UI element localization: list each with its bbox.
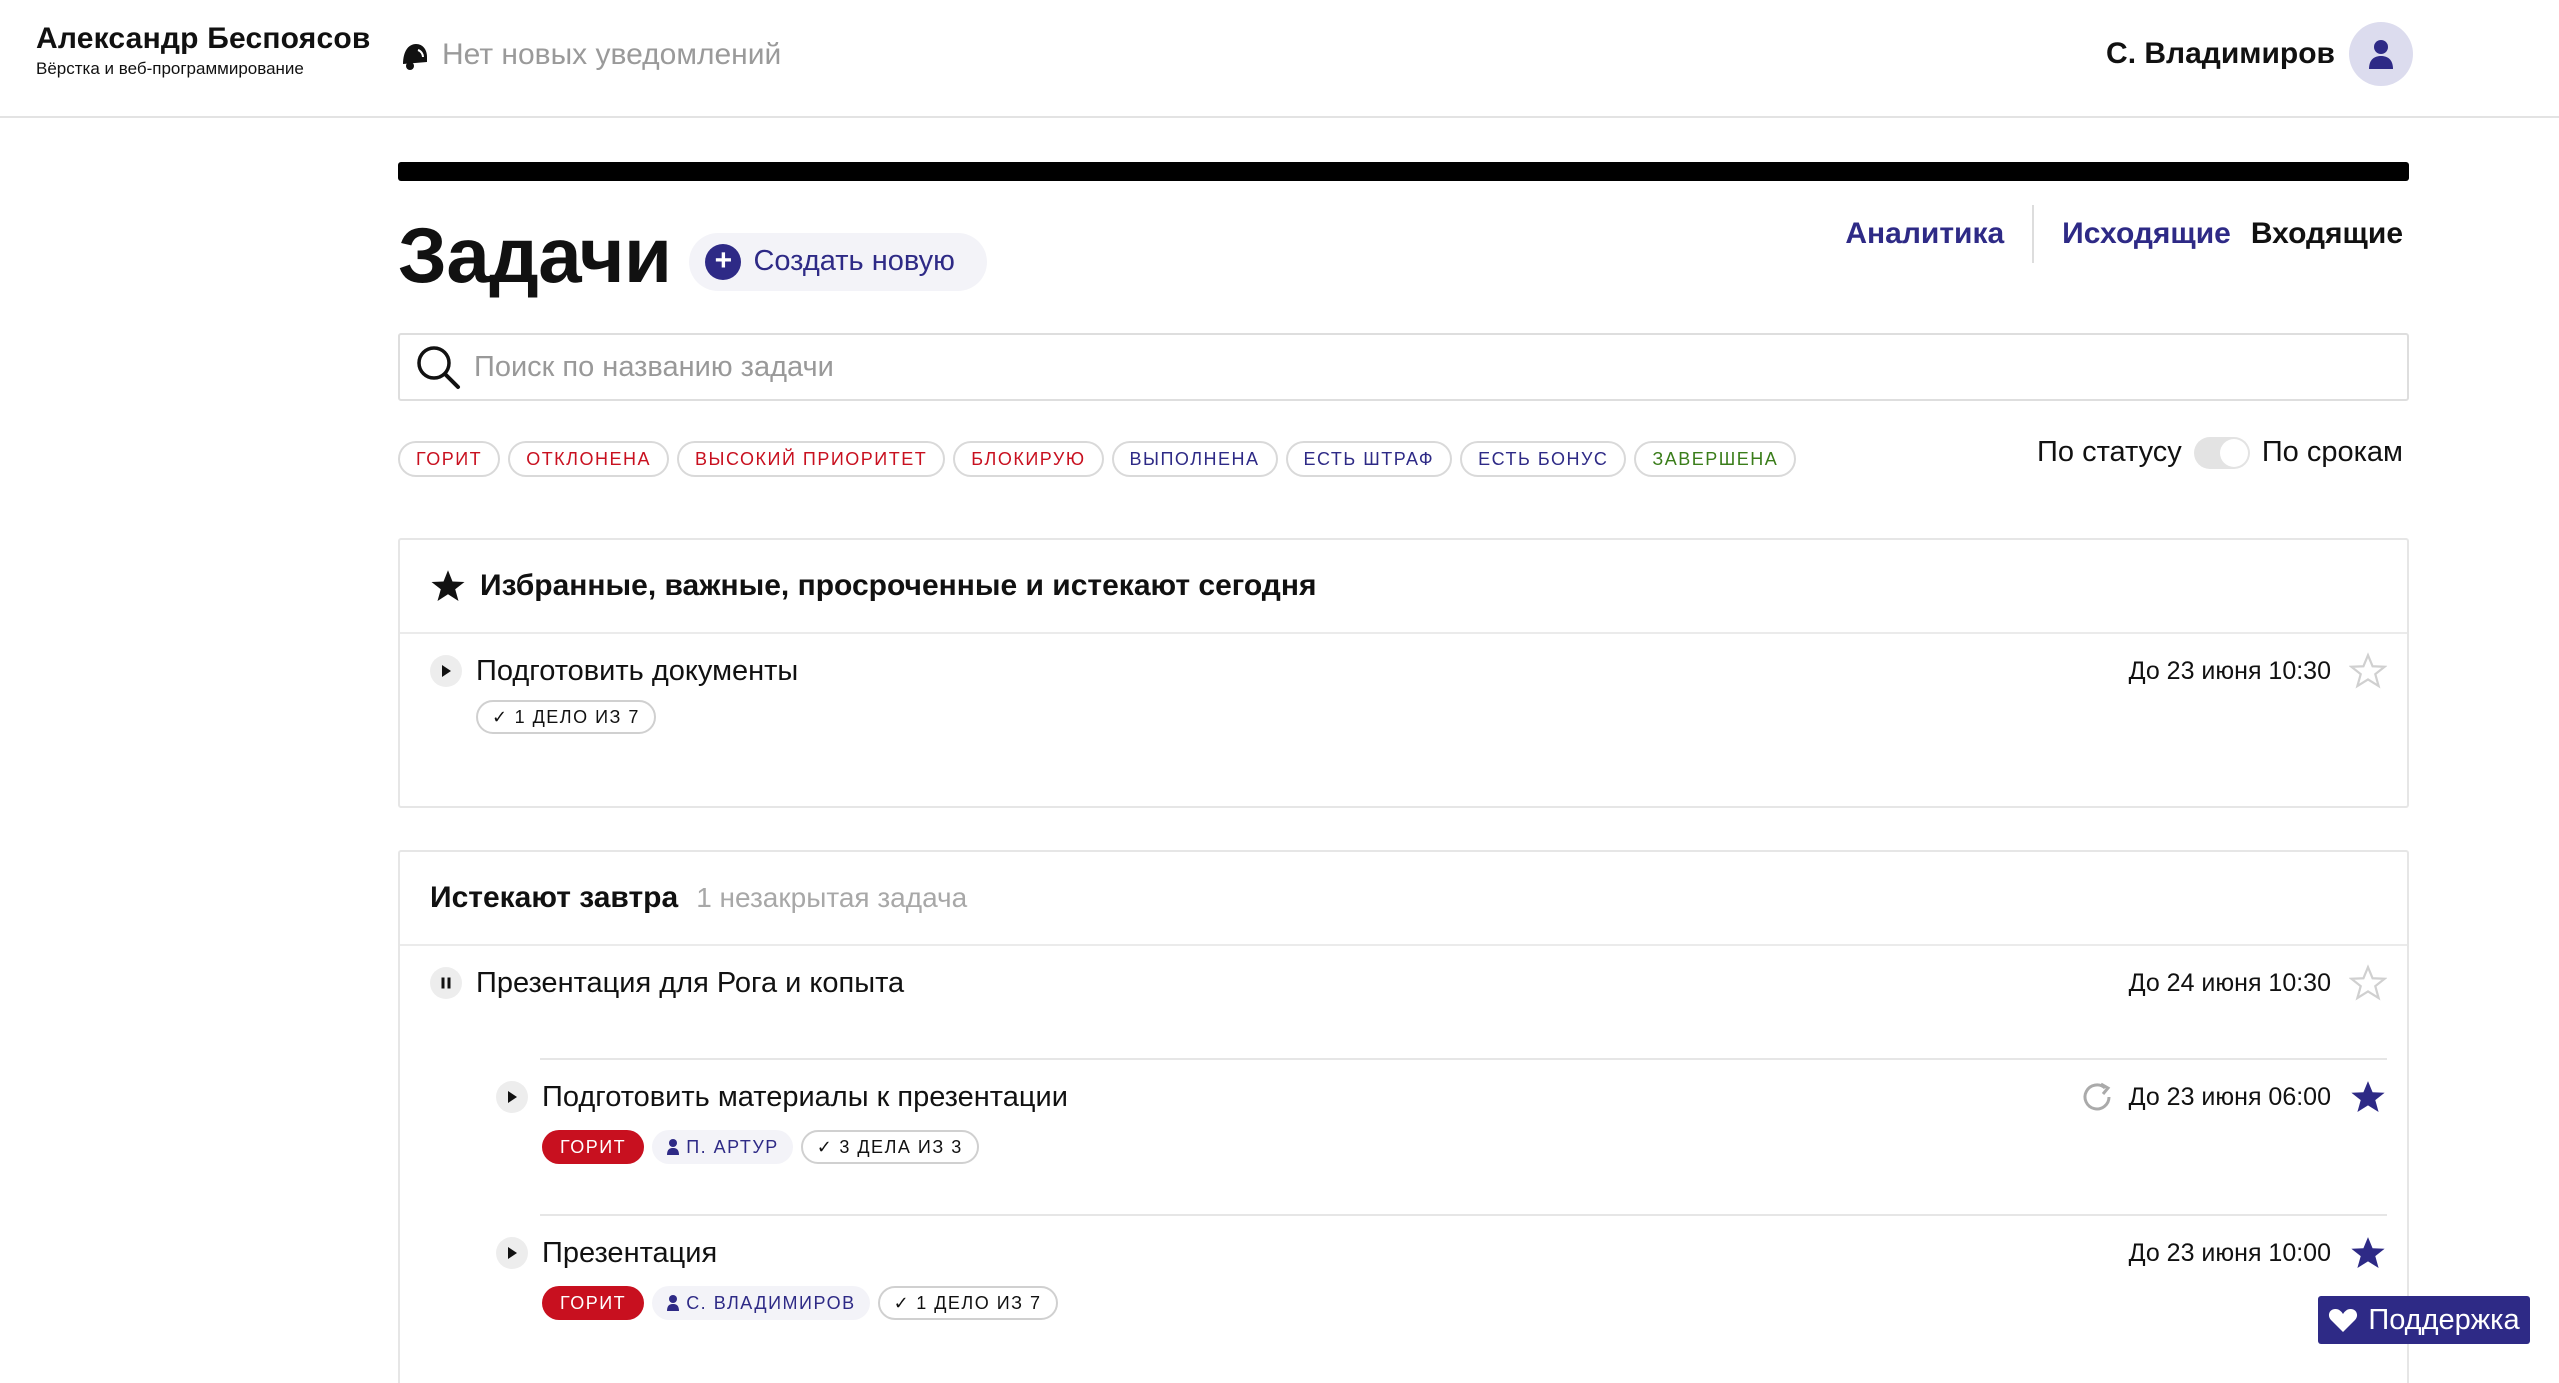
avatar[interactable] — [2349, 22, 2413, 86]
star-outline-icon[interactable] — [2349, 964, 2387, 1002]
bell-icon — [403, 44, 427, 70]
search-input[interactable] — [474, 350, 2374, 384]
filter-chip-done[interactable]: Выполнена — [1111, 441, 1278, 477]
pause-icon — [441, 977, 451, 989]
checklist-badge: ✓ 3 дела из 3 — [800, 1130, 979, 1164]
divider — [540, 1214, 2387, 1216]
nav-divider — [2032, 205, 2035, 263]
section-expire-tomorrow: Истекают завтра 1 незакрытая задача През… — [398, 850, 2409, 1383]
section-header: Истекают завтра 1 незакрытая задача — [400, 852, 2407, 946]
check-icon: ✓ — [816, 1136, 834, 1157]
check-icon: ✓ — [893, 1292, 911, 1313]
toggle-knob — [2219, 438, 2248, 467]
task-title[interactable]: Презентация — [542, 1237, 717, 1270]
brand[interactable]: Александр Беспоясов Вёрстка и веб-програ… — [36, 22, 371, 79]
star-filled-icon — [431, 570, 465, 601]
user-menu[interactable]: С. Владимиров — [2106, 22, 2413, 86]
filter-chip-penalty[interactable]: Есть штраф — [1285, 441, 1453, 477]
sort-toggle[interactable] — [2193, 436, 2250, 469]
section-subtitle: 1 незакрытая задача — [696, 882, 968, 913]
task-due: До 23 июня 10:30 — [2128, 656, 2331, 685]
brand-name[interactable]: Александр Беспоясов — [36, 22, 371, 56]
assignee-badge: П. Артур — [652, 1130, 793, 1164]
sort-by-status-label[interactable]: По статусу — [2037, 436, 2182, 469]
title-row: Задачи + Создать новую — [398, 210, 987, 301]
task-row[interactable]: Презентация для Рога и копыта До 24 июня… — [430, 964, 2387, 1002]
task-row[interactable]: Подготовить документы До 23 июня 10:30 ✓… — [430, 652, 2387, 734]
filter-chip-bonus[interactable]: Есть бонус — [1460, 441, 1627, 477]
section-header: Избранные, важные, просроченные и истека… — [400, 540, 2407, 634]
search-box[interactable] — [398, 333, 2409, 401]
filter-chip-rejected[interactable]: Отклонена — [508, 441, 669, 477]
checklist-badge: ✓ 1 дело из 7 — [476, 700, 656, 734]
star-filled-icon[interactable] — [2349, 1234, 2387, 1272]
user-icon — [2369, 40, 2393, 69]
star-outline-icon[interactable] — [2349, 652, 2387, 690]
task-nav: Аналитика Исходящие Входящие — [1845, 205, 2403, 263]
play-button[interactable] — [496, 1237, 528, 1269]
tab-outgoing[interactable]: Исходящие — [2062, 217, 2231, 251]
pause-button[interactable] — [430, 967, 462, 999]
top-bar: Александр Беспоясов Вёрстка и веб-програ… — [0, 0, 2559, 118]
subtask-row[interactable]: Презентация До 23 июня 10:00 Горит С. Вл… — [496, 1234, 2387, 1320]
filter-chip-blocking[interactable]: Блокирую — [953, 441, 1104, 477]
task-title[interactable]: Презентация для Рога и копыта — [476, 967, 904, 1000]
create-task-label: Создать новую — [753, 245, 955, 277]
hot-badge: Горит — [542, 1286, 645, 1320]
page-title: Задачи — [398, 211, 672, 299]
play-icon — [442, 665, 451, 677]
task-title[interactable]: Подготовить документы — [476, 655, 798, 688]
play-icon — [508, 1247, 517, 1259]
create-task-button[interactable]: + Создать новую — [689, 232, 987, 291]
task-due: До 23 июня 06:00 — [2128, 1082, 2331, 1111]
section-title: Истекают завтра — [430, 881, 679, 914]
plus-icon: + — [705, 243, 742, 280]
tab-incoming[interactable]: Входящие — [2251, 217, 2403, 251]
section-favorites: Избранные, важные, просроченные и истека… — [398, 538, 2409, 808]
task-due: До 24 июня 10:30 — [2128, 968, 2331, 997]
assignee-badge: С. Владимиров — [652, 1286, 870, 1320]
subtask-row[interactable]: Подготовить материалы к презентации До 2… — [496, 1078, 2387, 1164]
filter-chip-completed[interactable]: Завершена — [1634, 441, 1797, 477]
sort-toggle-row: По статусу По срокам — [2037, 436, 2403, 469]
divider — [540, 1058, 2387, 1060]
recurring-icon — [2083, 1082, 2111, 1111]
task-title[interactable]: Подготовить материалы к презентации — [542, 1081, 1068, 1114]
person-icon — [667, 1139, 680, 1155]
tab-analytics[interactable]: Аналитика — [1845, 217, 2004, 251]
notifications-text: Нет новых уведомлений — [442, 38, 782, 71]
play-button[interactable] — [430, 655, 462, 687]
play-button[interactable] — [496, 1081, 528, 1113]
search-icon — [417, 346, 460, 389]
progress-bar — [398, 162, 2409, 181]
check-icon: ✓ — [492, 706, 509, 727]
support-button[interactable]: Поддержка — [2318, 1296, 2530, 1344]
user-name[interactable]: С. Владимиров — [2106, 37, 2335, 71]
brand-subtitle: Вёрстка и веб-программирование — [36, 59, 304, 78]
play-icon — [508, 1091, 517, 1103]
heart-icon — [2329, 1309, 2358, 1332]
hot-badge: Горит — [542, 1130, 645, 1164]
section-title: Избранные, важные, просроченные и истека… — [480, 569, 1317, 602]
person-icon — [667, 1295, 680, 1311]
filter-chips: Горит Отклонена Высокий приоритет Блокир… — [398, 441, 1797, 477]
notifications[interactable]: Нет новых уведомлений — [398, 38, 781, 72]
filter-chip-hot[interactable]: Горит — [398, 441, 501, 477]
checklist-badge: ✓ 1 дело из 7 — [877, 1286, 1058, 1320]
task-due: До 23 июня 10:00 — [2128, 1238, 2331, 1267]
star-filled-icon[interactable] — [2349, 1078, 2387, 1116]
sort-by-deadline-label[interactable]: По срокам — [2262, 436, 2403, 469]
support-label: Поддержка — [2368, 1303, 2520, 1336]
filter-chip-high-priority[interactable]: Высокий приоритет — [677, 441, 946, 477]
